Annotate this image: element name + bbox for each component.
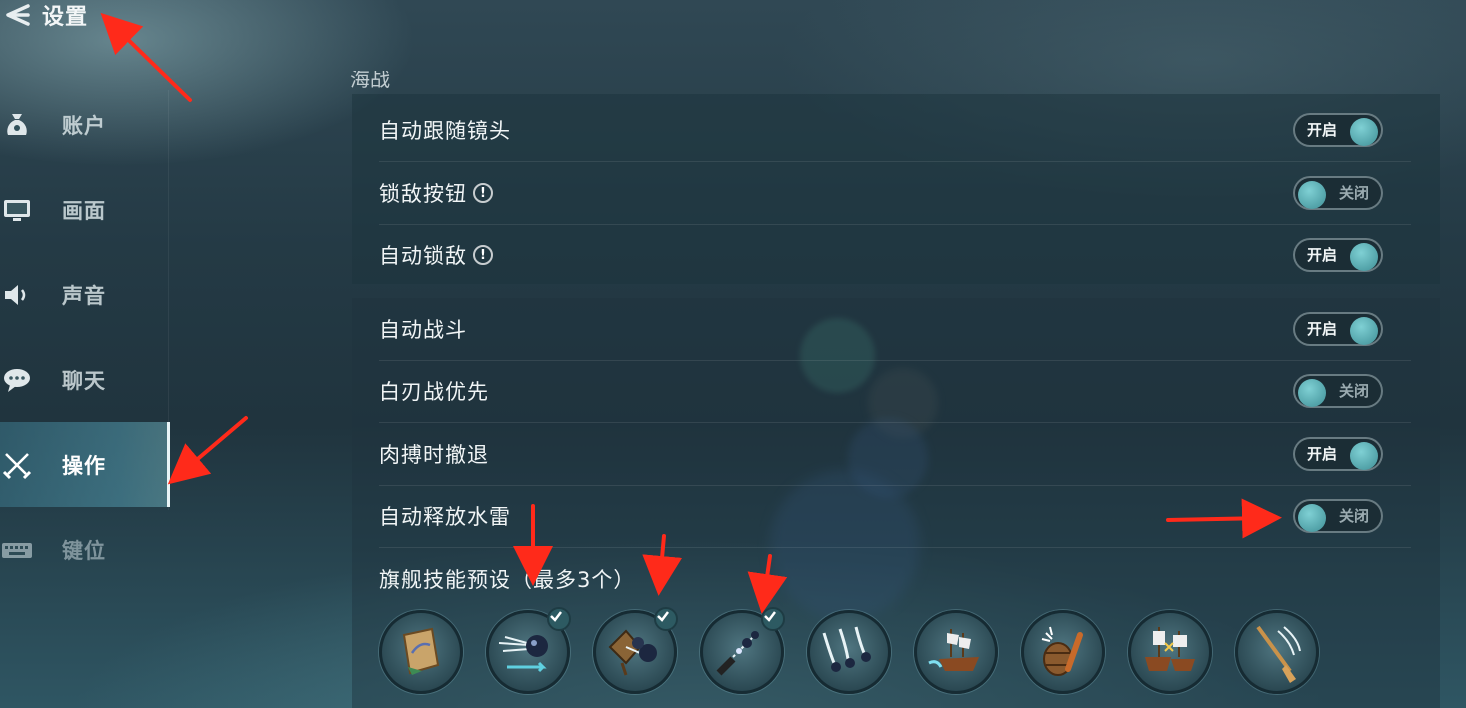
skill-slot[interactable] bbox=[914, 610, 998, 694]
crossed-swords-icon bbox=[0, 448, 34, 482]
keyboard-icon bbox=[0, 533, 34, 567]
sidebar-item-label: 操作 bbox=[62, 453, 106, 478]
setting-row: 白刃战优先 关闭 bbox=[379, 360, 1411, 423]
boarding-ships-icon bbox=[1145, 627, 1195, 671]
toggle-knob bbox=[1298, 181, 1326, 209]
checkmark-icon bbox=[761, 607, 785, 631]
sidebar-item-chat[interactable]: 聊天 bbox=[0, 337, 170, 422]
toggle-switch[interactable]: 开启 bbox=[1293, 437, 1383, 471]
toggle-switch[interactable]: 开启 bbox=[1293, 238, 1383, 272]
toggle-state-text: 关闭 bbox=[1338, 184, 1369, 202]
sidebar-item-label: 声音 bbox=[62, 283, 106, 308]
skill-slot[interactable] bbox=[700, 607, 785, 694]
skill-slot[interactable] bbox=[1021, 610, 1105, 694]
setting-label: 锁敌按钮 bbox=[379, 182, 467, 206]
setting-label: 自动锁敌 bbox=[379, 244, 467, 268]
checkmark-icon bbox=[654, 607, 678, 631]
skill-slot[interactable] bbox=[807, 610, 891, 694]
page-title: 设置 bbox=[42, 5, 89, 30]
setting-row: 自动跟随镜头 开启 bbox=[379, 99, 1411, 162]
header: 设置 bbox=[0, 0, 88, 30]
ship-ramming-icon bbox=[928, 629, 979, 671]
parchment-map-icon bbox=[402, 627, 440, 675]
setting-label: 肉搏时撤退 bbox=[379, 443, 489, 467]
annotation-arrow bbox=[167, 416, 248, 485]
speaker-icon bbox=[0, 278, 34, 312]
chat-bubble-icon bbox=[0, 363, 34, 397]
skill-slot[interactable] bbox=[379, 610, 463, 694]
setting-label: 自动释放水雷 bbox=[379, 505, 511, 529]
toggle-knob bbox=[1298, 379, 1326, 407]
setting-row: 肉搏时撤退 开启 bbox=[379, 423, 1411, 486]
sidebar-item-controls[interactable]: 操作 bbox=[0, 422, 170, 507]
sidebar: 账户 画面 声音 聊天 操作 键位 bbox=[0, 82, 170, 592]
checkmark-icon bbox=[547, 607, 571, 631]
toggle-switch[interactable]: 开启 bbox=[1293, 113, 1383, 147]
back-arrow-icon[interactable] bbox=[0, 0, 34, 30]
sidebar-item-sound[interactable]: 声音 bbox=[0, 252, 170, 337]
setting-row: 锁敌按钮 ! 关闭 bbox=[379, 162, 1411, 225]
toggle-state-text: 开启 bbox=[1307, 246, 1338, 264]
skill-slot[interactable] bbox=[1235, 610, 1319, 694]
sidebar-item-label: 键位 bbox=[62, 538, 106, 563]
powder-keg-icon bbox=[1041, 626, 1083, 676]
toggle-knob bbox=[1298, 504, 1326, 532]
skill-preset-list bbox=[379, 607, 1319, 694]
sidebar-item-keybinds[interactable]: 键位 bbox=[0, 507, 170, 592]
setting-label: 自动战斗 bbox=[379, 318, 467, 342]
skill-slot[interactable] bbox=[1128, 610, 1212, 694]
sidebar-item-label: 画面 bbox=[62, 198, 106, 223]
toggle-state-text: 开启 bbox=[1307, 445, 1338, 463]
skill-slot[interactable] bbox=[593, 607, 678, 694]
toggle-knob bbox=[1350, 442, 1378, 470]
info-icon[interactable]: ! bbox=[473, 183, 493, 203]
toggle-state-text: 开启 bbox=[1307, 121, 1338, 139]
oar-icon bbox=[1256, 625, 1301, 683]
info-icon[interactable]: ! bbox=[473, 245, 493, 265]
toggle-knob bbox=[1350, 243, 1378, 271]
section-title-partial: 海战 bbox=[350, 67, 390, 91]
moneybag-icon bbox=[0, 108, 34, 142]
toggle-knob bbox=[1350, 118, 1378, 146]
toggle-switch[interactable]: 关闭 bbox=[1293, 374, 1383, 408]
monitor-icon bbox=[0, 193, 34, 227]
sidebar-item-label: 聊天 bbox=[62, 368, 106, 393]
setting-row: 自动战斗 开启 bbox=[379, 298, 1411, 361]
toggle-switch[interactable]: 关闭 bbox=[1293, 176, 1383, 210]
setting-row: 自动释放水雷 关闭 bbox=[379, 485, 1411, 548]
skill-slot[interactable] bbox=[486, 607, 571, 694]
toggle-knob bbox=[1350, 317, 1378, 345]
setting-label: 自动跟随镜头 bbox=[379, 119, 511, 143]
sidebar-item-label: 账户 bbox=[62, 113, 106, 138]
toggle-switch[interactable]: 开启 bbox=[1293, 312, 1383, 346]
toggle-switch[interactable]: 关闭 bbox=[1293, 499, 1383, 533]
toggle-state-text: 开启 bbox=[1307, 320, 1338, 338]
sidebar-item-account[interactable]: 账户 bbox=[0, 82, 170, 167]
skills-preset-title: 旗舰技能预设（最多3个） bbox=[379, 568, 636, 592]
toggle-state-text: 关闭 bbox=[1338, 382, 1369, 400]
toggle-state-text: 关闭 bbox=[1338, 507, 1369, 525]
setting-label: 白刃战优先 bbox=[379, 380, 489, 404]
triple-cannonball-icon bbox=[822, 626, 871, 672]
setting-row: 自动锁敌 ! 开启 bbox=[379, 224, 1411, 286]
sidebar-item-display[interactable]: 画面 bbox=[0, 167, 170, 252]
settings-group-camera: 自动跟随镜头 开启 锁敌按钮 ! 关闭 自动锁敌 ! 开启 bbox=[352, 94, 1440, 284]
